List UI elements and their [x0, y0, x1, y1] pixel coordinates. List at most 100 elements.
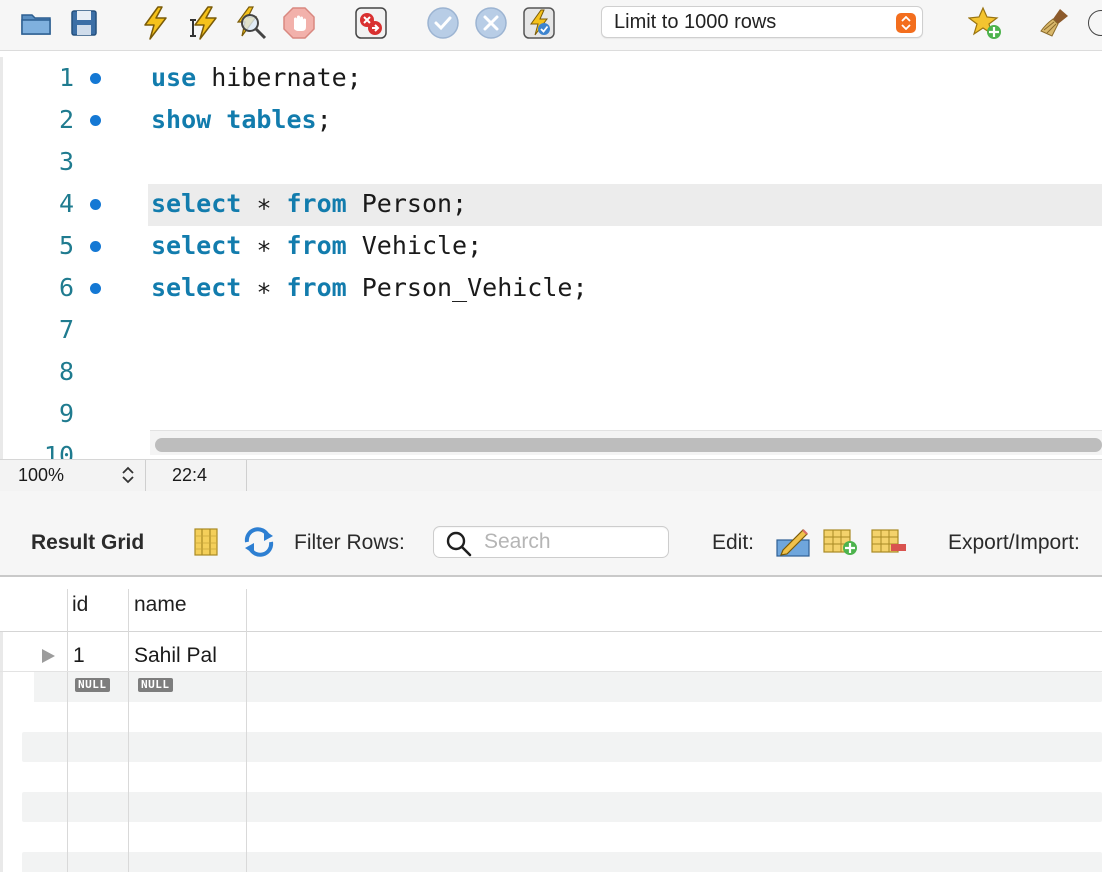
filter-rows-search[interactable] — [433, 526, 669, 558]
search-input[interactable] — [484, 530, 664, 554]
add-row-button[interactable] — [823, 524, 859, 560]
line-number: 6 — [58, 273, 74, 302]
zoom-level[interactable]: 100% — [18, 465, 64, 486]
keyword-token: select — [151, 189, 242, 218]
columns-icon — [194, 528, 218, 556]
editor-line[interactable]: 9 — [0, 393, 1102, 435]
form-view-button[interactable] — [188, 524, 224, 560]
code-text[interactable]: use hibernate; — [151, 63, 362, 92]
save-icon — [71, 10, 97, 36]
line-number: 5 — [58, 231, 74, 260]
code-text[interactable]: show tables; — [151, 105, 332, 134]
filter-rows-label: Filter Rows: — [294, 531, 405, 554]
autocommit-icon — [523, 7, 555, 39]
edit-pencil-icon — [776, 529, 810, 557]
text-token: ∗ — [241, 189, 287, 218]
refresh-icon — [244, 527, 274, 557]
keyword-token: select — [151, 231, 242, 260]
zoom-stepper-icon[interactable] — [120, 465, 136, 490]
rollback-button[interactable] — [474, 6, 508, 40]
text-token: Person; — [346, 189, 468, 218]
editor-line[interactable]: 3 — [0, 141, 1102, 183]
save-button[interactable] — [67, 6, 101, 40]
text-token: Vehicle; — [346, 231, 483, 260]
empty-row — [22, 852, 1102, 872]
autocommit-toggle-button[interactable] — [522, 6, 556, 40]
keyword-token: from — [286, 273, 347, 302]
explain-button[interactable] — [234, 6, 268, 40]
toggle-invisibles-button[interactable] — [1088, 10, 1102, 36]
line-number: 8 — [58, 357, 74, 386]
empty-row — [22, 792, 1102, 822]
editor-line[interactable]: 7 — [0, 309, 1102, 351]
column-header-name[interactable]: name — [134, 593, 187, 617]
open-folder-button[interactable] — [19, 6, 53, 40]
column-header-id[interactable]: id — [72, 593, 88, 617]
null-badge[interactable]: NULL — [138, 678, 173, 692]
beautify-button[interactable] — [1038, 6, 1072, 40]
edit-row-button[interactable] — [775, 524, 811, 560]
toggle-error-continue-icon — [355, 7, 387, 39]
editor-line[interactable]: 8 — [0, 351, 1102, 393]
empty-row — [22, 732, 1102, 762]
cursor-position: 22:4 — [172, 465, 208, 485]
keyword-token: from — [286, 189, 347, 218]
sql-editor[interactable]: 1 use hibernate; 2 show tables; 3 4 select ∗ f… — [0, 57, 1102, 459]
grid-header: id name — [0, 577, 1102, 632]
status-divider — [145, 460, 146, 491]
horizontal-scrollbar-thumb[interactable] — [155, 438, 1102, 452]
text-token: ; — [316, 105, 332, 134]
code-text[interactable]: select ∗ from Person_Vehicle; — [151, 273, 588, 302]
text-token: Person_Vehicle; — [346, 273, 588, 302]
delete-row-button[interactable] — [871, 524, 907, 560]
add-row-icon — [823, 529, 857, 555]
cell-name[interactable]: Sahil Pal — [134, 644, 217, 668]
current-row-arrow-icon — [42, 649, 55, 663]
row-gutter — [22, 672, 34, 702]
commit-button[interactable] — [426, 6, 460, 40]
search-icon — [446, 531, 472, 557]
editor-line[interactable]: 6 select ∗ from Person_Vehicle; — [0, 267, 1102, 309]
stop-button[interactable] — [282, 6, 316, 40]
refresh-button[interactable] — [241, 524, 277, 560]
editor-line[interactable]: 5 select ∗ from Vehicle; — [0, 225, 1102, 267]
toggle-error-continue-button[interactable] — [354, 6, 388, 40]
column-separator — [128, 589, 129, 872]
code-text[interactable]: select ∗ from Vehicle; — [151, 231, 482, 260]
export-import-label: Export/Import: — [948, 531, 1080, 554]
keyword-token: show — [151, 105, 212, 134]
limit-rows-value: Limit to 1000 rows — [614, 10, 777, 33]
statement-marker-icon — [90, 115, 101, 126]
execute-button[interactable] — [138, 6, 172, 40]
column-separator — [246, 589, 247, 872]
limit-rows-select[interactable]: Limit to 1000 rows — [601, 6, 923, 38]
delete-row-icon — [871, 529, 906, 553]
keyword-token: use — [151, 63, 197, 92]
row-divider — [0, 671, 1102, 672]
result-grid[interactable]: id name 1 Sahil Pal NULL NULL — [0, 577, 1102, 872]
statement-marker-icon — [90, 283, 101, 294]
sql-editor-toolbar: Limit to 1000 rows — [0, 0, 1102, 51]
editor-line[interactable]: 2 show tables; — [0, 99, 1102, 141]
beautify-icon — [1040, 9, 1068, 37]
add-favorite-button[interactable] — [968, 6, 1002, 40]
editor-line[interactable]: 4 select ∗ from Person; — [0, 183, 1102, 225]
result-toolbar: Result Grid Filter Rows: Edit: Export/Im… — [0, 491, 1102, 577]
stop-icon — [283, 7, 315, 39]
null-badge[interactable]: NULL — [75, 678, 110, 692]
line-number: 4 — [58, 189, 74, 218]
keyword-token: tables — [226, 105, 317, 134]
code-text[interactable]: select ∗ from Person; — [151, 189, 467, 218]
edit-label: Edit: — [712, 531, 755, 554]
explain-icon — [236, 6, 267, 40]
commit-icon — [427, 7, 459, 39]
line-number: 1 — [58, 63, 74, 92]
new-row[interactable] — [22, 672, 1102, 702]
execute-statement-button[interactable] — [186, 6, 220, 40]
cell-id[interactable]: 1 — [73, 644, 85, 668]
line-number: 9 — [58, 399, 74, 428]
statement-marker-icon — [90, 241, 101, 252]
keyword-token: from — [286, 231, 347, 260]
editor-line[interactable]: 1 use hibernate; — [0, 57, 1102, 99]
result-grid-title[interactable]: Result Grid — [31, 531, 144, 555]
